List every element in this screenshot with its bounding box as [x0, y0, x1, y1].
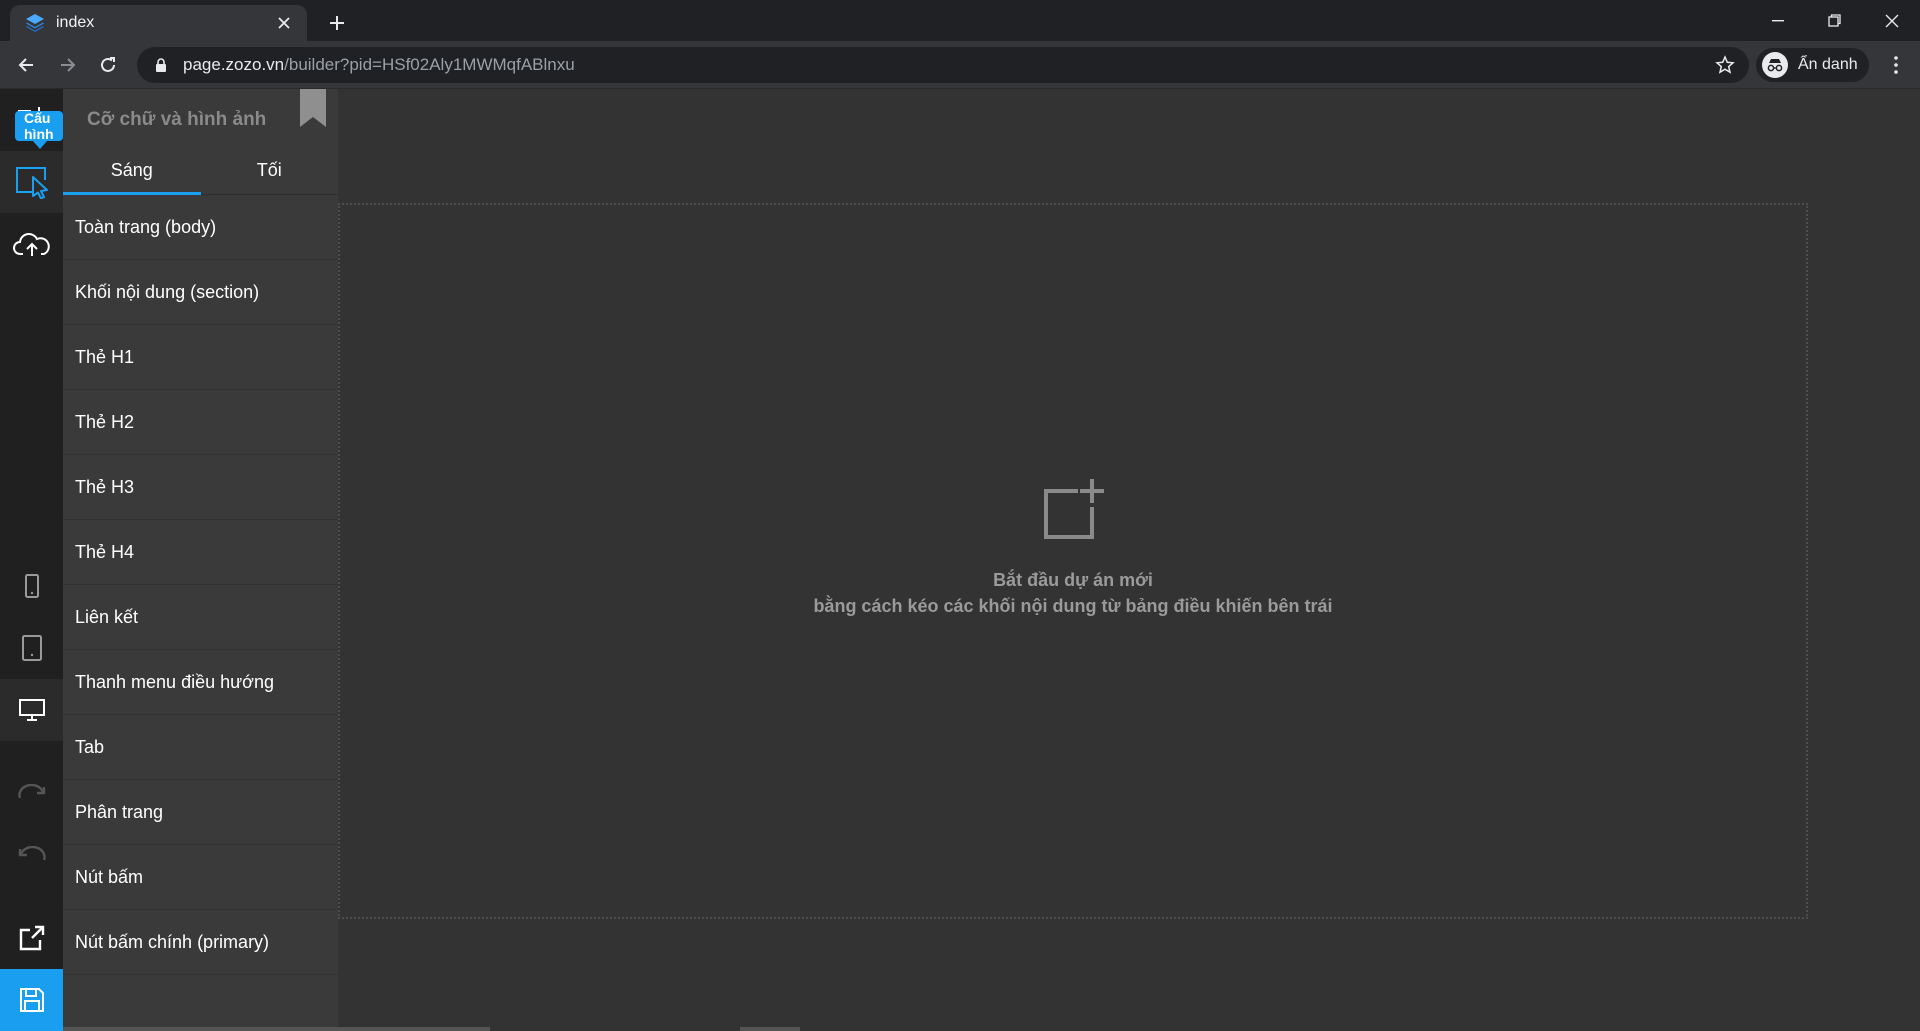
style-item-tab[interactable]: Tab — [63, 715, 338, 780]
style-item-navbar[interactable]: Thanh menu điều hướng — [63, 650, 338, 715]
style-item-section[interactable]: Khối nội dung (section) — [63, 260, 338, 325]
minimize-window-icon[interactable] — [1749, 0, 1806, 41]
new-tab-plus-icon[interactable] — [322, 8, 352, 38]
reload-icon[interactable] — [92, 49, 124, 81]
builder-app: Cấu hình Cỡ chữ và hình ảnh Sáng Tối Toà… — [0, 89, 1920, 1031]
incognito-icon — [1762, 52, 1788, 78]
select-cursor-icon — [15, 167, 48, 199]
lock-icon[interactable] — [153, 57, 169, 73]
style-item-link[interactable]: Liên kết — [63, 585, 338, 650]
floppy-save-icon — [19, 988, 44, 1012]
redo-button[interactable] — [0, 761, 63, 823]
layers-icon — [26, 14, 44, 32]
tab-light[interactable]: Sáng — [63, 147, 201, 195]
panel-title: Cỡ chữ và hình ảnh — [87, 109, 267, 130]
undo-icon — [18, 846, 46, 861]
canvas-drop-zone[interactable]: Bắt đầu dự án mới bằng cách kéo các khối… — [338, 203, 1808, 919]
open-external-button[interactable] — [0, 907, 63, 969]
empty-state-subtitle: bằng cách kéo các khối nội dung từ bảng … — [813, 596, 1333, 616]
url-path: /builder?pid=HSf02Aly1MWMqfABlnxu — [284, 55, 575, 74]
address-bar[interactable]: page.zozo.vn/builder?pid=HSf02Aly1MWMqfA… — [137, 47, 1749, 83]
style-item-h1[interactable]: Thẻ H1 — [63, 325, 338, 390]
more-menu-icon[interactable] — [1880, 49, 1912, 81]
left-tool-rail: Cấu hình — [0, 89, 63, 1031]
style-panel: Cỡ chữ và hình ảnh Sáng Tối Toàn trang (… — [63, 89, 338, 1031]
restore-window-icon[interactable] — [1806, 0, 1863, 41]
style-item-list: Toàn trang (body) Khối nội dung (section… — [63, 195, 338, 975]
tab-title: index — [56, 14, 95, 31]
horizontal-scrollbar[interactable] — [63, 1027, 490, 1031]
config-tooltip: Cấu hình — [15, 110, 63, 149]
panel-header: Cỡ chữ và hình ảnh — [63, 89, 338, 147]
style-item-body[interactable]: Toàn trang (body) — [63, 195, 338, 260]
theme-tabs: Sáng Tối — [63, 147, 338, 195]
close-window-icon[interactable] — [1863, 0, 1920, 41]
browser-tabstrip: index — [0, 0, 1920, 41]
forward-arrow-icon[interactable] — [52, 49, 84, 81]
style-config-button[interactable] — [0, 151, 63, 213]
undo-button[interactable] — [0, 823, 63, 885]
cloud-upload-icon — [12, 233, 50, 256]
style-item-h2[interactable]: Thẻ H2 — [63, 390, 338, 455]
cloud-upload-button[interactable] — [0, 213, 63, 275]
tablet-icon — [21, 635, 42, 661]
tab-dark[interactable]: Tối — [201, 147, 339, 194]
scroll-indicator — [740, 1027, 800, 1031]
save-button[interactable] — [0, 969, 63, 1031]
style-item-button[interactable]: Nút bấm — [63, 845, 338, 910]
style-item-h4[interactable]: Thẻ H4 — [63, 520, 338, 585]
bookmark-star-icon[interactable] — [1715, 55, 1735, 75]
back-arrow-icon[interactable] — [10, 49, 42, 81]
browser-tab[interactable]: index — [10, 5, 307, 41]
url-host: page.zozo.vn — [183, 55, 285, 74]
tablet-view-button[interactable] — [0, 617, 63, 679]
add-block-placeholder-icon — [1044, 479, 1104, 539]
external-link-icon — [19, 925, 44, 951]
redo-icon — [17, 784, 45, 799]
incognito-profile-button[interactable]: Ẩn danh — [1756, 48, 1869, 82]
empty-state: Bắt đầu dự án mới bằng cách kéo các khối… — [340, 477, 1806, 619]
url-text: page.zozo.vn/builder?pid=HSf02Aly1MWMqfA… — [183, 55, 575, 75]
empty-state-title: Bắt đầu dự án mới — [993, 570, 1153, 590]
pin-bookmark-icon[interactable] — [300, 89, 326, 127]
style-item-pagination[interactable]: Phân trang — [63, 780, 338, 845]
desktop-view-button[interactable] — [0, 679, 63, 741]
close-tab-icon[interactable] — [269, 8, 299, 38]
incognito-label: Ẩn danh — [1798, 56, 1858, 73]
style-item-h3[interactable]: Thẻ H3 — [63, 455, 338, 520]
style-item-primary-button[interactable]: Nút bấm chính (primary) — [63, 910, 338, 975]
browser-toolbar: page.zozo.vn/builder?pid=HSf02Aly1MWMqfA… — [0, 41, 1920, 89]
mobile-icon — [24, 574, 39, 598]
mobile-view-button[interactable] — [0, 555, 63, 617]
desktop-icon — [18, 699, 45, 721]
